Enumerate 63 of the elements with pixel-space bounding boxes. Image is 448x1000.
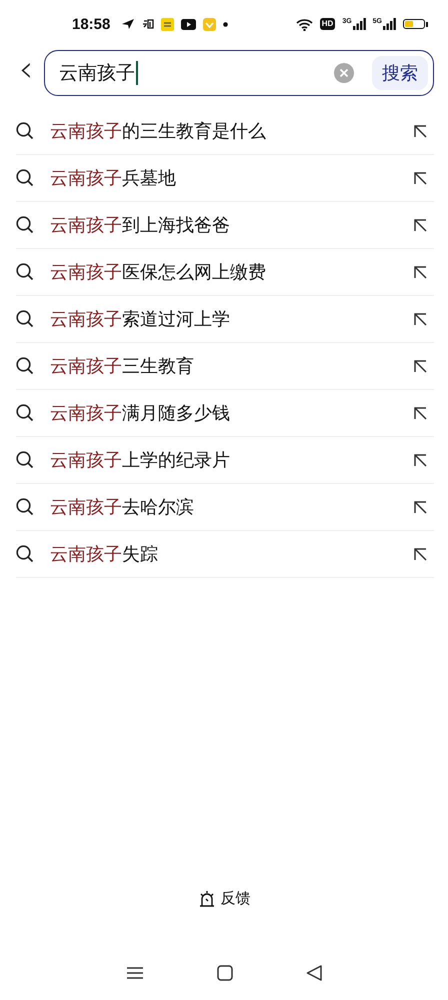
search-field[interactable]: 云南孩子 搜索 [44, 50, 434, 96]
home-icon [216, 964, 233, 980]
suggestion-item[interactable]: 云南孩子满月随多少钱 [16, 390, 434, 437]
search-icon [16, 216, 34, 234]
search-button[interactable]: 搜索 [372, 56, 428, 90]
send-icon [121, 18, 136, 30]
search-icon [16, 545, 34, 563]
suggestion-text: 云南孩子上学的纪录片 [50, 449, 231, 472]
search-icon [16, 357, 34, 375]
signal-icon [352, 18, 366, 30]
search-icon [16, 498, 34, 516]
clock-time: 18:58 [72, 16, 110, 32]
fill-query-arrow-icon [413, 358, 428, 374]
search-query[interactable]: 云南孩子 [59, 60, 135, 86]
fill-query-arrow-icon [413, 124, 428, 138]
search-icon [16, 310, 34, 328]
suggestion-text: 云南孩子去哈尔滨 [50, 496, 195, 519]
suggestion-text: 云南孩子的三生教育是什么 [50, 120, 267, 143]
fill-query-arrow-icon [413, 218, 428, 232]
search-icon [16, 169, 34, 187]
app-icon [203, 18, 216, 30]
suggestion-text: 云南孩子医保怎么网上缴费 [50, 261, 267, 284]
suggestion-text: 云南孩子满月随多少钱 [50, 402, 231, 425]
suggestion-text: 云南孩子索道过河上学 [50, 308, 231, 331]
search-icon [16, 122, 34, 140]
battery-icon [403, 19, 425, 29]
wifi-icon [296, 18, 313, 30]
signal-icon [383, 18, 396, 30]
suggestion-item[interactable]: 云南孩子兵墓地 [16, 155, 434, 202]
search-icon [16, 263, 34, 281]
suggestion-text: 云南孩子失踪 [50, 543, 159, 566]
fill-query-arrow-icon [413, 546, 428, 562]
fill-query-arrow-icon [413, 406, 428, 420]
notification-dot-icon [223, 22, 228, 26]
suggestion-item[interactable]: 云南孩子索道过河上学 [16, 296, 434, 343]
suggestion-item[interactable]: 云南孩子医保怎么网上缴费 [16, 249, 434, 296]
video-app-icon [181, 18, 196, 30]
fill-query-arrow-icon [413, 500, 428, 514]
fill-query-arrow-icon [413, 312, 428, 326]
suggestion-item[interactable]: 云南孩子的三生教育是什么 [16, 108, 434, 155]
clear-icon [334, 63, 354, 83]
suggestion-item[interactable]: 云南孩子三生教育 [16, 343, 434, 390]
back-button[interactable]: ‹ [8, 52, 44, 94]
suggestion-text: 云南孩子到上海找爸爸 [50, 214, 231, 237]
menu-icon [126, 966, 144, 980]
suggestion-text: 云南孩子兵墓地 [50, 167, 177, 190]
fill-query-arrow-icon [413, 452, 428, 468]
text-cursor [136, 61, 138, 85]
suggestion-item[interactable]: 云南孩子失踪 [16, 531, 434, 578]
app-icon [142, 18, 154, 30]
back-icon [306, 964, 322, 980]
search-icon [16, 404, 34, 422]
fill-query-arrow-icon [413, 170, 428, 186]
feedback-button[interactable]: 反馈 [194, 887, 254, 910]
search-icon [16, 451, 34, 469]
app-icon [161, 18, 174, 30]
suggestion-item[interactable]: 云南孩子到上海找爸爸 [16, 202, 434, 249]
suggestion-text: 云南孩子三生教育 [50, 355, 195, 378]
alarm-light-icon [198, 890, 216, 907]
suggestion-item[interactable]: 云南孩子去哈尔滨 [16, 484, 434, 531]
fill-query-arrow-icon [413, 264, 428, 280]
suggestion-item[interactable]: 云南孩子上学的纪录片 [16, 437, 434, 484]
hd-badge: HD [320, 18, 336, 30]
